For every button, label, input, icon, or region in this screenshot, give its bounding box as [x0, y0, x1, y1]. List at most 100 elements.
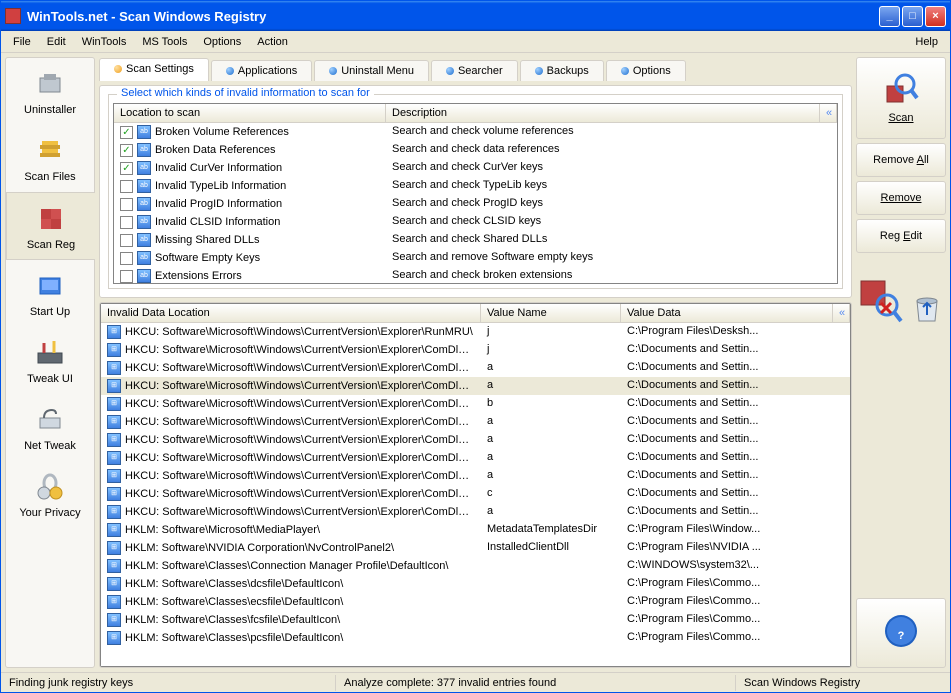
checkbox[interactable]: [120, 234, 133, 247]
reg-item-icon: ab: [137, 251, 151, 265]
reg-edit-button[interactable]: Reg Edit: [856, 219, 946, 253]
reg-item-icon: ab: [137, 233, 151, 247]
menu-edit[interactable]: Edit: [39, 33, 74, 51]
close-button[interactable]: ×: [925, 6, 946, 27]
col-description[interactable]: Description: [386, 104, 820, 122]
remove-button[interactable]: Remove: [856, 181, 946, 215]
result-row[interactable]: ⊞HKLM: Software\Classes\dcsfile\DefaultI…: [101, 575, 850, 593]
minimize-button[interactable]: _: [879, 6, 900, 27]
scan-location-row[interactable]: abExtensions ErrorsSearch and check brok…: [114, 267, 837, 283]
sidebar-label: Scan Files: [10, 171, 90, 183]
sidebar-label: Scan Reg: [11, 239, 91, 251]
checkbox[interactable]: [120, 252, 133, 265]
titlebar[interactable]: WinTools.net - Scan Windows Registry _ □…: [1, 1, 950, 31]
checkbox[interactable]: [120, 180, 133, 193]
reg-key-icon: ⊞: [107, 577, 121, 591]
uninstaller-icon: [34, 68, 66, 100]
checkbox[interactable]: [120, 216, 133, 229]
sidebar-item-uninstaller[interactable]: Uninstaller: [6, 58, 94, 125]
scan-location-row[interactable]: abMissing Shared DLLsSearch and check Sh…: [114, 231, 837, 249]
checkbox[interactable]: [120, 198, 133, 211]
col-location[interactable]: Location to scan: [114, 104, 386, 122]
result-row[interactable]: ⊞HKLM: Software\Classes\fcsfile\DefaultI…: [101, 611, 850, 629]
reg-key-icon: ⊞: [107, 613, 121, 627]
result-row[interactable]: ⊞HKCU: Software\Microsoft\Windows\Curren…: [101, 431, 850, 449]
result-row[interactable]: ⊞HKCU: Software\Microsoft\Windows\Curren…: [101, 395, 850, 413]
scan-location-row[interactable]: ✓abInvalid CurVer InformationSearch and …: [114, 159, 837, 177]
result-row[interactable]: ⊞HKLM: Software\Classes\Connection Manag…: [101, 557, 850, 575]
tab-options[interactable]: Options: [606, 60, 686, 81]
sidebar-item-privacy[interactable]: Your Privacy: [6, 461, 94, 528]
reg-key-icon: ⊞: [107, 505, 121, 519]
scroll-up-icon[interactable]: «: [833, 304, 850, 322]
fieldset-legend: Select which kinds of invalid informatio…: [117, 87, 374, 99]
scan-location-row[interactable]: ✓abBroken Data ReferencesSearch and chec…: [114, 141, 837, 159]
scan-button[interactable]: Scan: [856, 57, 946, 139]
result-row[interactable]: ⊞HKCU: Software\Microsoft\Windows\Curren…: [101, 323, 850, 341]
scanreg-icon: [35, 203, 67, 235]
tab-dot-icon: [114, 65, 122, 73]
result-row[interactable]: ⊞HKLM: Software\Classes\pcsfile\DefaultI…: [101, 629, 850, 647]
scan-location-row[interactable]: abInvalid CLSID InformationSearch and ch…: [114, 213, 837, 231]
tab-dot-icon: [226, 67, 234, 75]
tab-uninstall-menu[interactable]: Uninstall Menu: [314, 60, 429, 81]
scan-location-row[interactable]: ✓abBroken Volume ReferencesSearch and ch…: [114, 123, 837, 141]
nettweak-icon: [34, 404, 66, 436]
scanfiles-icon: [34, 135, 66, 167]
reg-item-icon: ab: [137, 125, 151, 139]
status-right: Scan Windows Registry: [736, 675, 950, 691]
sidebar-item-startup[interactable]: Start Up: [6, 260, 94, 327]
tab-searcher[interactable]: Searcher: [431, 60, 518, 81]
sidebar-item-scanreg[interactable]: Scan Reg: [6, 192, 95, 260]
tab-applications[interactable]: Applications: [211, 60, 312, 81]
col-invalid-location[interactable]: Invalid Data Location: [101, 304, 481, 322]
result-row[interactable]: ⊞HKCU: Software\Microsoft\Windows\Curren…: [101, 485, 850, 503]
result-row[interactable]: ⊞HKCU: Software\Microsoft\Windows\Curren…: [101, 341, 850, 359]
result-row[interactable]: ⊞HKCU: Software\Microsoft\Windows\Curren…: [101, 449, 850, 467]
result-row[interactable]: ⊞HKLM: Software\NVIDIA Corporation\NvCon…: [101, 539, 850, 557]
reg-key-icon: ⊞: [107, 433, 121, 447]
menu-action[interactable]: Action: [249, 33, 296, 51]
scan-location-row[interactable]: abInvalid ProgID InformationSearch and c…: [114, 195, 837, 213]
reg-key-icon: ⊞: [107, 469, 121, 483]
tab-dot-icon: [329, 67, 337, 75]
result-row[interactable]: ⊞HKCU: Software\Microsoft\Windows\Curren…: [101, 377, 850, 395]
result-row[interactable]: ⊞HKCU: Software\Microsoft\Windows\Curren…: [101, 359, 850, 377]
col-value-data[interactable]: Value Data: [621, 304, 833, 322]
reg-key-icon: ⊞: [107, 325, 121, 339]
sidebar-item-scanfiles[interactable]: Scan Files: [6, 125, 94, 192]
result-row[interactable]: ⊞HKCU: Software\Microsoft\Windows\Curren…: [101, 413, 850, 431]
menu-help[interactable]: Help: [907, 33, 946, 51]
scan-location-row[interactable]: abInvalid TypeLib InformationSearch and …: [114, 177, 837, 195]
reg-item-icon: ab: [137, 197, 151, 211]
checkbox[interactable]: [120, 270, 133, 283]
sidebar-label: Your Privacy: [10, 507, 90, 519]
menu-mstools[interactable]: MS Tools: [134, 33, 195, 51]
menu-file[interactable]: File: [5, 33, 39, 51]
tab-backups[interactable]: Backups: [520, 60, 604, 81]
remove-all-button[interactable]: Remove All: [856, 143, 946, 177]
scan-location-row[interactable]: abSoftware Empty KeysSearch and remove S…: [114, 249, 837, 267]
sidebar-item-nettweak[interactable]: Net Tweak: [6, 394, 94, 461]
magnify-cube-icon: [883, 72, 919, 108]
privacy-icon: [34, 471, 66, 503]
menu-wintools[interactable]: WinTools: [74, 33, 135, 51]
scroll-up-icon[interactable]: «: [820, 104, 837, 122]
reg-item-icon: ab: [137, 143, 151, 157]
col-value-name[interactable]: Value Name: [481, 304, 621, 322]
checkbox[interactable]: ✓: [120, 162, 133, 175]
reg-key-icon: ⊞: [107, 541, 121, 555]
result-row[interactable]: ⊞HKCU: Software\Microsoft\Windows\Curren…: [101, 467, 850, 485]
sidebar-item-tweakui[interactable]: Tweak UI: [6, 327, 94, 394]
result-row[interactable]: ⊞HKCU: Software\Microsoft\Windows\Curren…: [101, 503, 850, 521]
checkbox[interactable]: ✓: [120, 126, 133, 139]
checkbox[interactable]: ✓: [120, 144, 133, 157]
maximize-button[interactable]: □: [902, 6, 923, 27]
tab-scan-settings[interactable]: Scan Settings: [99, 58, 209, 81]
result-row[interactable]: ⊞HKLM: Software\Microsoft\MediaPlayer\Me…: [101, 521, 850, 539]
tabstrip: Scan SettingsApplicationsUninstall MenuS…: [99, 57, 852, 81]
menu-options[interactable]: Options: [195, 33, 249, 51]
help-button[interactable]: ?: [856, 598, 946, 668]
status-mid: Analyze complete: 377 invalid entries fo…: [336, 675, 736, 691]
result-row[interactable]: ⊞HKLM: Software\Classes\ecsfile\DefaultI…: [101, 593, 850, 611]
